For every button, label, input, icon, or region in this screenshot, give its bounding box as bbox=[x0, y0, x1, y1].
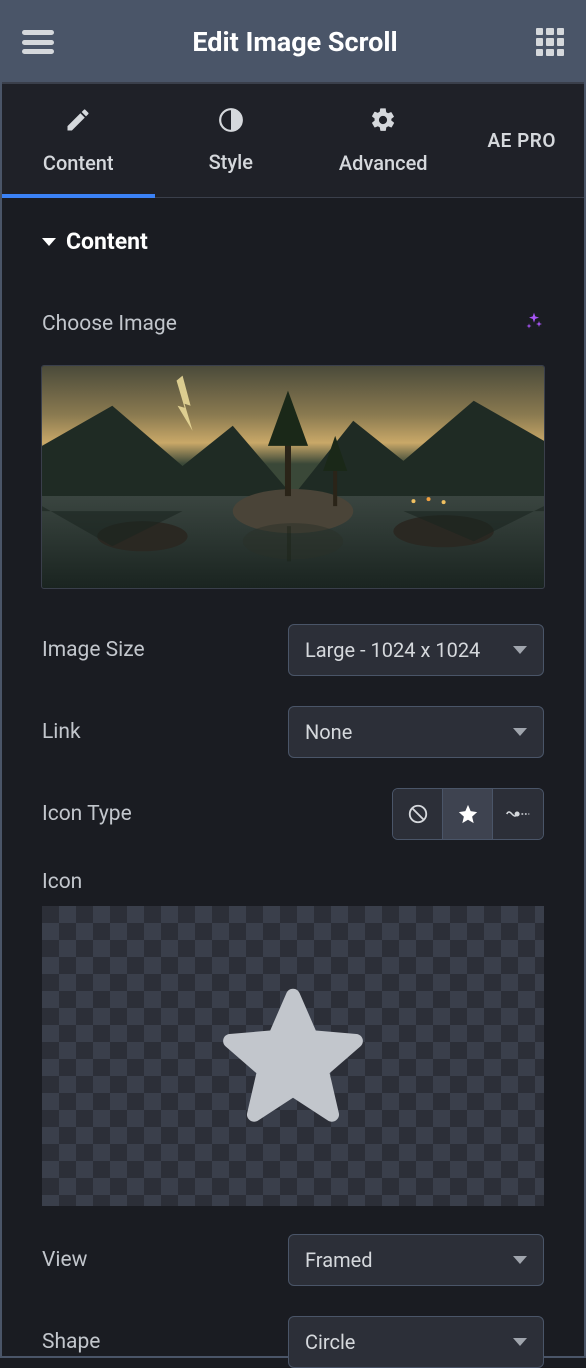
image-preview[interactable] bbox=[42, 366, 544, 588]
tab-aepro[interactable]: AE PRO bbox=[460, 84, 584, 197]
section-content-toggle[interactable]: Content bbox=[42, 228, 544, 255]
tab-aepro-label: AE PRO bbox=[488, 129, 556, 152]
view-value: Framed bbox=[305, 1248, 373, 1272]
star-preview-icon bbox=[208, 971, 378, 1141]
tab-style-label: Style bbox=[209, 150, 253, 174]
ai-sparkle-icon[interactable] bbox=[524, 311, 544, 336]
ban-icon bbox=[407, 803, 429, 825]
icon-type-group bbox=[392, 788, 544, 840]
tab-advanced[interactable]: Advanced bbox=[307, 84, 460, 197]
link-select[interactable]: None bbox=[288, 706, 544, 758]
apps-grid-button[interactable] bbox=[536, 28, 564, 56]
tab-content[interactable]: Content bbox=[2, 84, 155, 197]
section-title: Content bbox=[66, 228, 148, 255]
shape-select[interactable]: Circle bbox=[288, 1316, 544, 1368]
panel-title: Edit Image Scroll bbox=[192, 26, 397, 58]
tab-style[interactable]: Style bbox=[155, 84, 308, 197]
tabs-bar: Content Style Advanced AE PRO bbox=[2, 84, 584, 198]
image-size-value: Large - 1024 x 1024 bbox=[305, 638, 480, 662]
chevron-down-icon bbox=[513, 728, 527, 736]
chevron-down-icon bbox=[513, 1256, 527, 1264]
link-label: Link bbox=[42, 720, 81, 744]
gear-icon bbox=[369, 106, 397, 139]
icon-type-none[interactable] bbox=[393, 789, 443, 839]
icon-type-lottie[interactable] bbox=[493, 789, 543, 839]
pencil-icon bbox=[64, 106, 92, 139]
icon-type-icon[interactable] bbox=[443, 789, 493, 839]
star-icon bbox=[457, 803, 479, 825]
icon-label: Icon bbox=[42, 870, 82, 894]
contrast-icon bbox=[218, 107, 244, 138]
menu-button[interactable] bbox=[22, 30, 54, 54]
choose-image-label: Choose Image bbox=[42, 312, 177, 336]
lottie-icon bbox=[505, 803, 531, 825]
chevron-down-icon bbox=[513, 1338, 527, 1346]
shape-value: Circle bbox=[305, 1330, 355, 1354]
tab-advanced-label: Advanced bbox=[339, 151, 428, 175]
shape-label: Shape bbox=[42, 1330, 100, 1354]
image-size-select[interactable]: Large - 1024 x 1024 bbox=[288, 624, 544, 676]
header-bar: Edit Image Scroll bbox=[2, 2, 584, 84]
icon-preview[interactable] bbox=[42, 906, 544, 1206]
view-label: View bbox=[42, 1248, 87, 1272]
view-select[interactable]: Framed bbox=[288, 1234, 544, 1286]
chevron-down-icon bbox=[513, 646, 527, 654]
caret-down-icon bbox=[42, 238, 56, 246]
icon-type-label: Icon Type bbox=[42, 802, 132, 826]
image-size-label: Image Size bbox=[42, 638, 145, 662]
tab-content-label: Content bbox=[43, 151, 114, 175]
link-value: None bbox=[305, 720, 352, 744]
